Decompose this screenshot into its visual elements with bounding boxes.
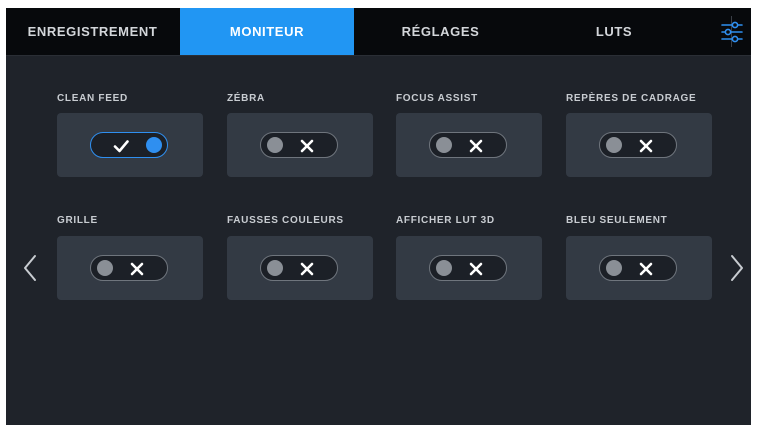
check-icon bbox=[111, 136, 131, 156]
option-label-reperes-de-cadrage: REPÈRES DE CADRAGE bbox=[566, 93, 697, 104]
toggle-knob bbox=[267, 260, 283, 276]
toggle-focus-assist[interactable] bbox=[429, 132, 507, 158]
close-icon bbox=[127, 259, 147, 279]
tab-bar: ENREGISTREMENT MONITEUR RÉGLAGES LUTS bbox=[6, 8, 751, 56]
tab-luts[interactable]: LUTS bbox=[527, 8, 701, 55]
option-tile-reperes-de-cadrage bbox=[566, 113, 712, 177]
toggle-knob bbox=[436, 260, 452, 276]
toggle-knob bbox=[146, 137, 162, 153]
tab-settings[interactable]: RÉGLAGES bbox=[354, 8, 527, 55]
monitor-settings-screen: ENREGISTREMENT MONITEUR RÉGLAGES LUTS CL… bbox=[6, 8, 751, 425]
close-icon bbox=[636, 259, 656, 279]
toggle-knob bbox=[97, 260, 113, 276]
toggle-zebra[interactable] bbox=[260, 132, 338, 158]
option-label-clean-feed: CLEAN FEED bbox=[57, 93, 128, 104]
toggle-knob bbox=[267, 137, 283, 153]
next-page-arrow-icon[interactable] bbox=[728, 253, 746, 283]
option-tile-bleu-seulement bbox=[566, 236, 712, 300]
toggle-grille[interactable] bbox=[90, 255, 168, 281]
toggle-fausses-couleurs[interactable] bbox=[260, 255, 338, 281]
option-tile-fausses-couleurs bbox=[227, 236, 373, 300]
option-tile-clean-feed bbox=[57, 113, 203, 177]
option-tile-grille bbox=[57, 236, 203, 300]
toggle-knob bbox=[606, 260, 622, 276]
close-icon bbox=[297, 259, 317, 279]
toggle-bleu-seulement[interactable] bbox=[599, 255, 677, 281]
toggle-knob bbox=[436, 137, 452, 153]
toggle-reperes-de-cadrage[interactable] bbox=[599, 132, 677, 158]
option-label-focus-assist: FOCUS ASSIST bbox=[396, 93, 478, 104]
close-icon bbox=[466, 259, 486, 279]
option-tile-afficher-lut-3d bbox=[396, 236, 542, 300]
option-label-grille: GRILLE bbox=[57, 215, 98, 226]
option-tile-zebra bbox=[227, 113, 373, 177]
close-icon bbox=[636, 136, 656, 156]
option-label-zebra: ZÉBRA bbox=[227, 93, 265, 104]
toggle-knob bbox=[606, 137, 622, 153]
toggle-afficher-lut-3d[interactable] bbox=[429, 255, 507, 281]
toggle-clean-feed[interactable] bbox=[90, 132, 168, 158]
option-label-fausses-couleurs: FAUSSES COULEURS bbox=[227, 215, 344, 226]
option-tile-focus-assist bbox=[396, 113, 542, 177]
close-icon bbox=[466, 136, 486, 156]
tab-monitor[interactable]: MONITEUR bbox=[180, 8, 354, 55]
tab-recording[interactable]: ENREGISTREMENT bbox=[6, 8, 179, 55]
option-label-afficher-lut-3d: AFFICHER LUT 3D bbox=[396, 215, 495, 226]
sliders-icon[interactable] bbox=[720, 20, 744, 44]
option-label-bleu-seulement: BLEU SEULEMENT bbox=[566, 215, 668, 226]
close-icon bbox=[297, 136, 317, 156]
previous-page-arrow-icon[interactable] bbox=[21, 253, 39, 283]
